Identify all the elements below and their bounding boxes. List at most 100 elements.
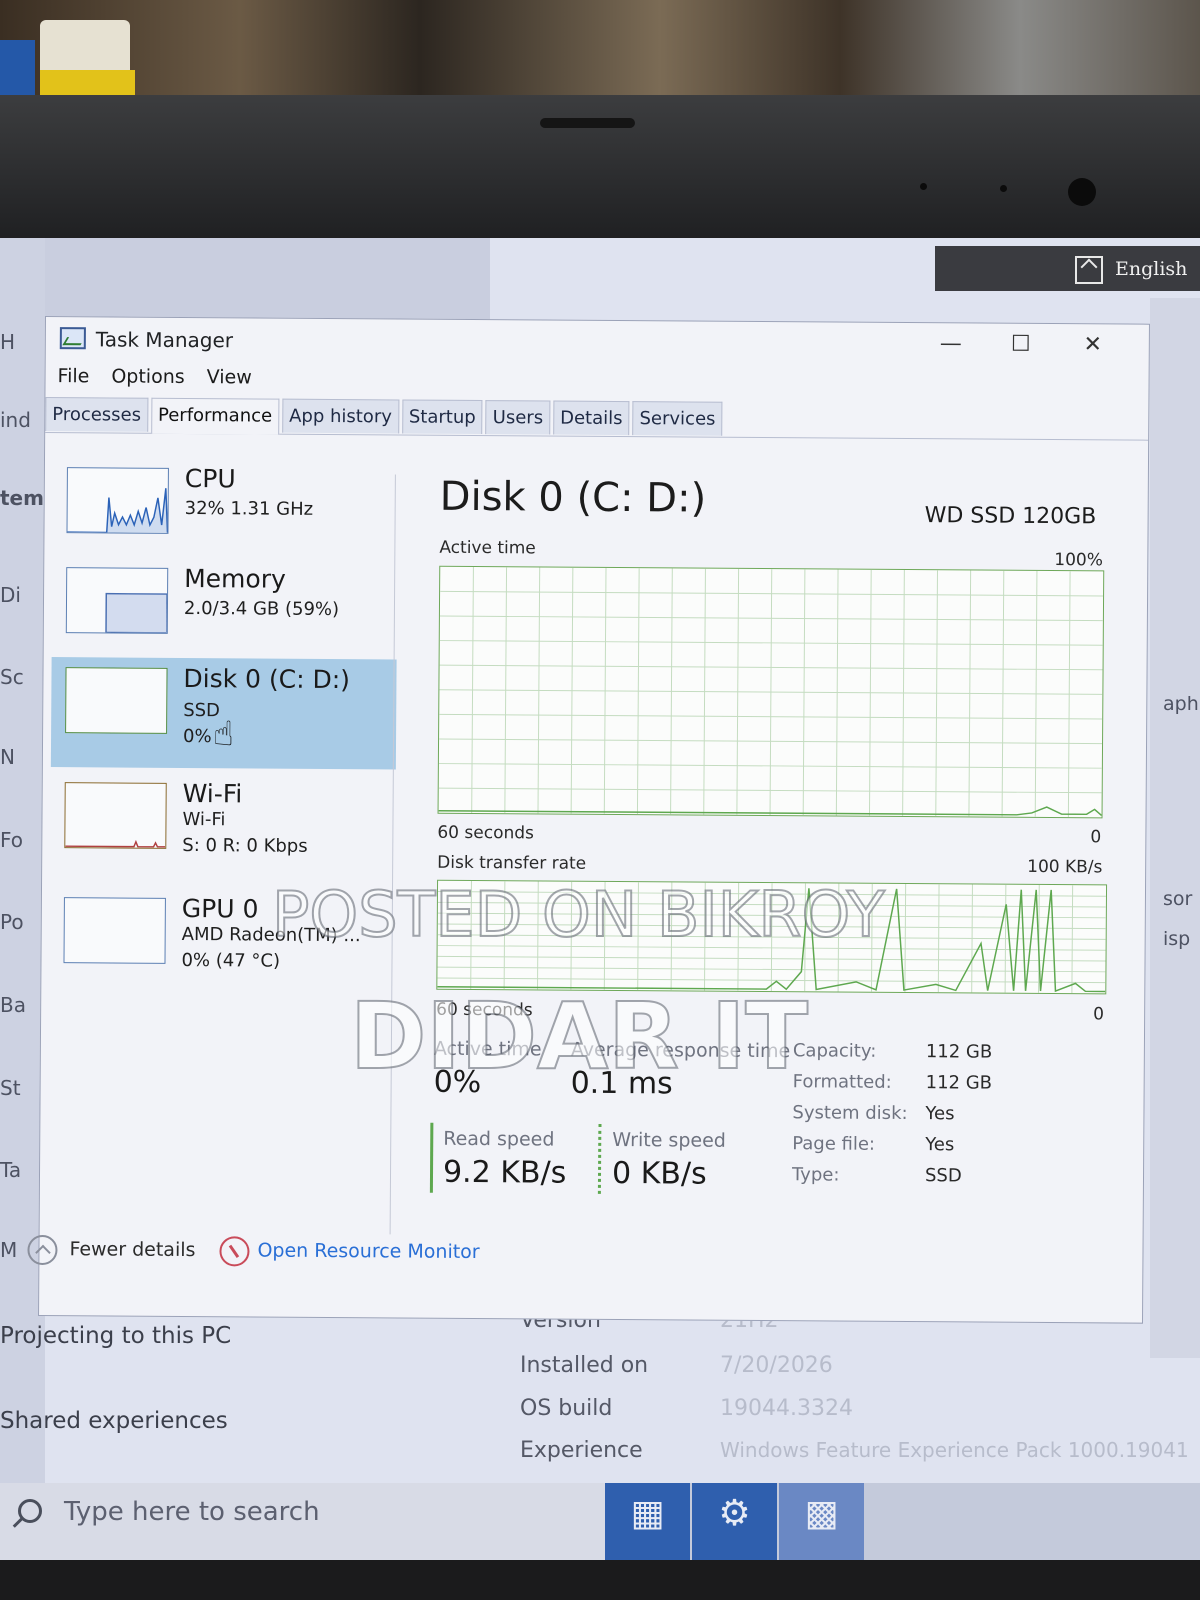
menu-file[interactable]: File [57, 365, 90, 391]
active-time-value: 0% [433, 1064, 482, 1101]
laptop-bezel-bottom [0, 1560, 1200, 1600]
tab-processes[interactable]: Processes [45, 397, 149, 432]
tab-details[interactable]: Details [553, 400, 630, 436]
resource-subtitle: Wi-Fi [182, 808, 226, 831]
graph-max: 100% [1054, 550, 1103, 571]
write-speed-indicator [597, 1123, 602, 1194]
graph-min: 0 [1090, 827, 1102, 848]
disk-thumbnail-graph [65, 667, 168, 734]
settings-right-panel [1150, 298, 1200, 1358]
property-label: Page file: [792, 1133, 876, 1155]
tab-users[interactable]: Users [485, 400, 551, 435]
disk-model: WD SSD 120GB [924, 503, 1097, 530]
property-value: 112 GB [925, 1072, 993, 1094]
close-button[interactable]: ✕ [1073, 332, 1113, 357]
spec-value: 19044.3324 [720, 1396, 853, 1421]
taskbar-search-box[interactable]: Type here to search [0, 1483, 605, 1560]
resource-memory[interactable]: Memory 2.0/3.4 GB (59%) [52, 557, 398, 659]
resource-stat: 32% 1.31 GHz [184, 497, 314, 520]
windows-store-icon: ▩ [804, 1493, 839, 1534]
menu-options[interactable]: Options [111, 365, 184, 392]
store-taskbar-button[interactable]: ▩ [779, 1483, 864, 1560]
task-manager-icon [59, 327, 86, 350]
title-bar[interactable]: Task Manager — ☐ ✕ [46, 317, 1149, 369]
active-time-graph [437, 565, 1105, 819]
write-speed-value: 0 KB/s [611, 1155, 707, 1192]
sidebar-fragment[interactable]: ind [0, 408, 31, 432]
tab-startup[interactable]: Startup [401, 399, 483, 435]
sidebar-fragment[interactable]: M [0, 1238, 17, 1262]
minimize-button[interactable]: — [931, 331, 971, 356]
tab-app-history[interactable]: App history [282, 398, 400, 434]
resource-name: CPU [184, 463, 236, 494]
sidebar-fragment[interactable]: tem [0, 486, 44, 510]
sidebar-fragment[interactable]: H [0, 330, 15, 354]
sidebar-fragment[interactable]: St [0, 1076, 21, 1100]
spec-value: 7/20/2026 [720, 1353, 833, 1378]
resource-gpu-0[interactable]: GPU 0 AMD Radeon(TM) ... 0% (47 °C) [49, 887, 395, 989]
property-label: Type: [791, 1164, 840, 1186]
settings-link-shared[interactable]: Shared experiences [0, 1408, 228, 1434]
active-time-label: Active time [433, 1037, 542, 1061]
caret-up-icon[interactable] [1075, 256, 1103, 284]
avg-response-value: 0.1 ms [570, 1065, 673, 1102]
resource-stat: S: 0 R: 0 Kbps [182, 834, 308, 857]
webcam-lens [1068, 178, 1096, 206]
tab-performance[interactable]: Performance [150, 397, 280, 435]
task-view-button[interactable]: ▦ [605, 1483, 690, 1560]
webcam-sensor [1000, 185, 1007, 192]
graph-label: Disk transfer rate [437, 852, 587, 874]
property-label: Capacity: [792, 1040, 877, 1062]
sidebar-fragment[interactable]: Po [0, 910, 24, 934]
property-value: SSD [924, 1165, 962, 1187]
task-view-icon: ▦ [630, 1493, 665, 1534]
write-speed-label: Write speed [612, 1128, 726, 1152]
settings-header-area [0, 238, 490, 328]
sidebar-fragment[interactable]: Ta [0, 1158, 21, 1182]
resource-name: GPU 0 [181, 893, 259, 924]
read-speed-value: 9.2 KB/s [442, 1154, 567, 1191]
resource-cpu[interactable]: CPU 32% 1.31 GHz [52, 457, 398, 559]
hand-cursor-icon: ☝ [212, 714, 234, 755]
bezel-notch [540, 118, 635, 128]
cpu-thumbnail-graph [66, 467, 169, 534]
collapse-chevron-icon [27, 1234, 58, 1266]
sidebar-fragment[interactable]: Ba [0, 993, 26, 1017]
sidebar-fragment[interactable]: N [0, 745, 15, 769]
resource-stat: 2.0/3.4 GB (59%) [183, 597, 340, 621]
tab-services[interactable]: Services [632, 401, 723, 436]
resource-wifi[interactable]: Wi-Fi Wi-Fi S: 0 R: 0 Kbps [50, 772, 396, 874]
menu-view[interactable]: View [207, 366, 252, 392]
transfer-rate-graph [436, 879, 1108, 995]
search-placeholder[interactable]: Type here to search [64, 1497, 320, 1527]
laptop-screen: tings English H ind tem Di Sc N Fo Po Ba… [0, 238, 1200, 1560]
resource-monitor-icon [219, 1236, 250, 1267]
fewer-details-link[interactable]: Fewer details [69, 1238, 195, 1261]
property-value: 112 GB [925, 1041, 993, 1063]
right-fragment: isp [1163, 928, 1191, 950]
task-manager-window: Task Manager — ☐ ✕ File Options View Pro… [27, 316, 1150, 1324]
language-label[interactable]: English [1115, 258, 1187, 280]
menu-bar: File Options View [57, 365, 252, 392]
memory-thumbnail-graph [65, 567, 169, 634]
sidebar-fragment[interactable]: Sc [0, 665, 24, 689]
sidebar-fragment[interactable]: Di [0, 583, 21, 607]
spec-label: Experience [520, 1438, 643, 1463]
sidebar-fragment[interactable]: Fo [0, 828, 23, 852]
detail-title: Disk 0 (C: D:) [439, 473, 707, 522]
graph-time-span: 60 seconds [436, 999, 533, 1021]
settings-taskbar-button[interactable]: ⚙ [692, 1483, 777, 1560]
webcam-sensor [920, 183, 927, 190]
maximize-button[interactable]: ☐ [1001, 332, 1041, 357]
settings-sidebar: H ind tem Di Sc N Fo Po Ba St Ta M [0, 238, 45, 1560]
graph-label: Active time [439, 537, 536, 559]
property-label: System disk: [792, 1102, 908, 1125]
resource-stat: 0% [182, 725, 212, 748]
settings-link-projecting[interactable]: Projecting to this PC [0, 1323, 231, 1349]
resource-name: Memory [184, 563, 286, 594]
right-fragment: sor [1163, 888, 1193, 910]
open-resource-monitor-link[interactable]: Open Resource Monitor [257, 1240, 479, 1264]
graph-min: 0 [1093, 1004, 1105, 1025]
right-fragment: aph [1163, 693, 1199, 715]
property-value: Yes [925, 1103, 955, 1125]
